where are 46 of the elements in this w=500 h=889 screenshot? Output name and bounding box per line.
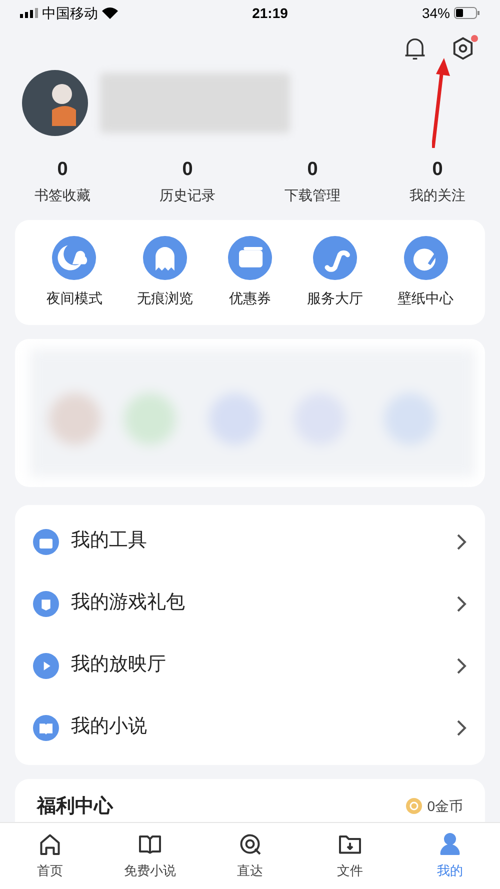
menu-row[interactable]: 我的游戏礼包 (15, 572, 485, 634)
carrier-name: 中国移动 (42, 4, 98, 22)
signal-icon (20, 8, 38, 18)
link-icon (312, 236, 357, 280)
tab[interactable]: 我的 (400, 829, 500, 889)
moon-icon (52, 236, 96, 280)
menu-row[interactable]: 我的小说 (15, 696, 485, 758)
tab[interactable]: 直达 (200, 829, 300, 889)
section-title: 福利中心 (37, 794, 113, 818)
coin-icon (406, 798, 422, 814)
stat-label[interactable]: 书签收藏 (34, 184, 90, 206)
quick-action[interactable]: 优惠券 (228, 236, 272, 308)
quick-action[interactable]: 夜间模式 (46, 236, 102, 308)
quick-action[interactable]: 壁纸中心 (398, 236, 454, 308)
menu-row[interactable]: 我的工具 (15, 510, 485, 572)
stat-count: 0 (57, 158, 68, 182)
tab[interactable]: 免费小说 (100, 829, 200, 889)
menu-label: 我的工具 (71, 529, 148, 554)
menu-label: 我的放映厅 (71, 653, 167, 678)
menu-row[interactable]: 我的放映厅 (15, 634, 485, 696)
play-icon (33, 652, 59, 678)
stat-label[interactable]: 我的关注 (410, 184, 466, 206)
chevron-icon (455, 656, 467, 674)
tab[interactable]: 首页 (0, 829, 100, 889)
chevron-icon (455, 718, 467, 736)
stat-count: 0 (307, 158, 318, 182)
menu-label: 我的小说 (71, 715, 148, 740)
wifi-icon (102, 7, 118, 19)
battery-icon (454, 7, 480, 19)
stat-label[interactable]: 下载管理 (284, 184, 340, 206)
ghost-icon (143, 236, 188, 280)
tab[interactable]: 文件 (300, 829, 400, 889)
chevron-icon (455, 532, 467, 550)
menu-label: 我的游戏礼包 (71, 591, 186, 616)
stat-label[interactable]: 历史记录 (160, 184, 216, 206)
stat-count: 0 (182, 158, 193, 182)
ticket-icon (228, 236, 272, 280)
quick-action[interactable]: 服务大厅 (306, 236, 363, 308)
coin-balance: 0金币 (427, 796, 463, 816)
avatar[interactable] (22, 70, 88, 136)
book-icon (33, 714, 59, 740)
clock-time: 21:19 (252, 4, 288, 22)
chevron-icon (455, 594, 467, 612)
quick-action[interactable]: 无痕浏览 (137, 236, 194, 308)
stat-count: 0 (432, 158, 443, 182)
battery-percent: 34% (422, 4, 450, 22)
